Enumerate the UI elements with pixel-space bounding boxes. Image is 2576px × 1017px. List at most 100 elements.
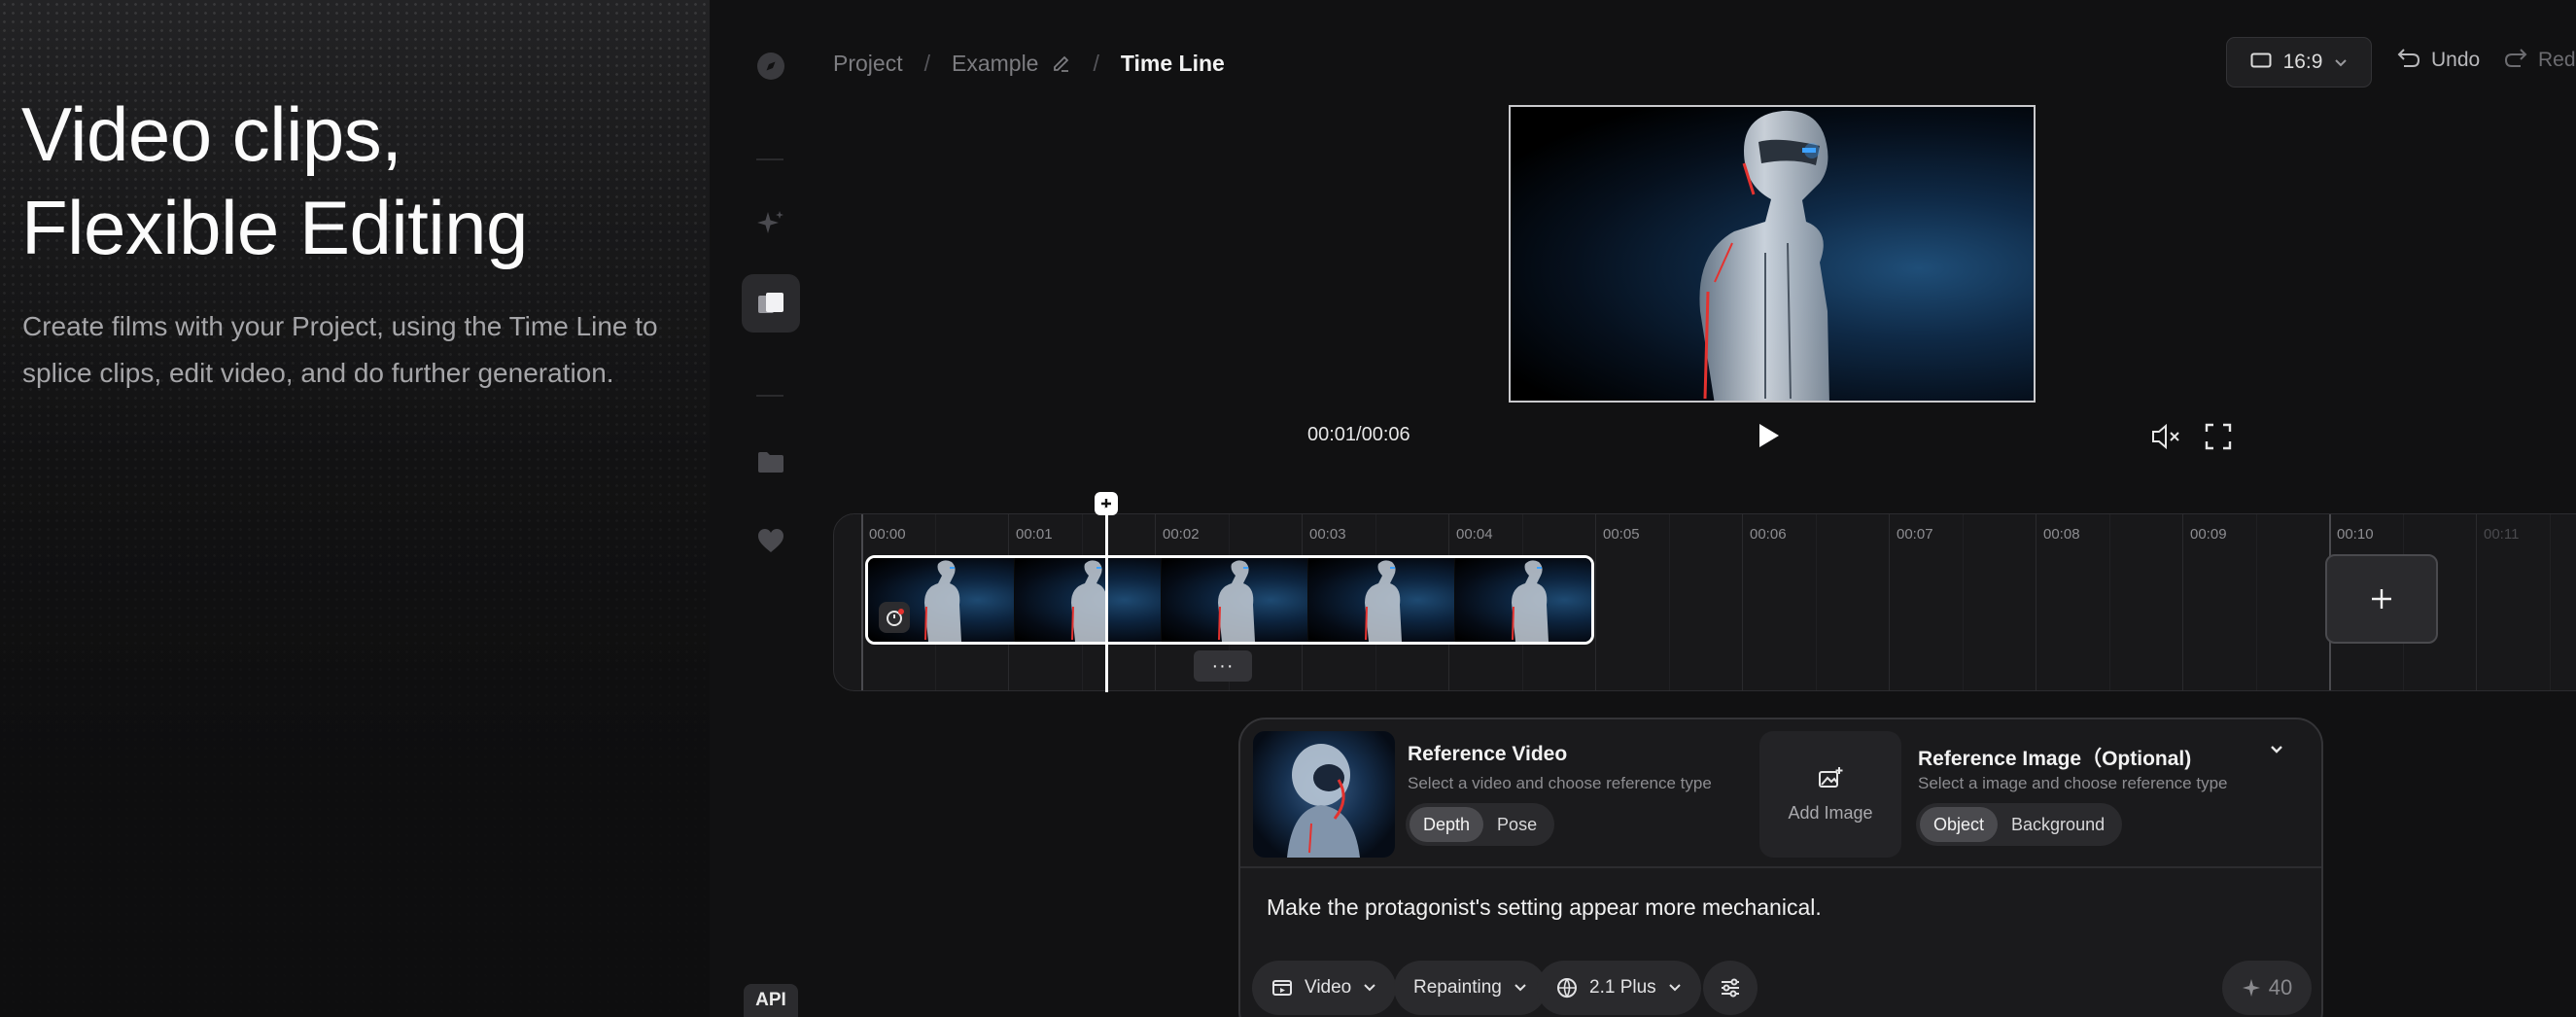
robot-illustration (1699, 110, 1829, 401)
reference-video-title: Reference Video (1408, 743, 1568, 765)
timeline-tick-label: 00:02 (1163, 526, 1200, 543)
redo-icon (2503, 47, 2528, 74)
timeline-tick-label: 00:01 (1016, 526, 1053, 543)
pencil-icon[interactable] (1052, 53, 1071, 73)
timeline-tick-label: 00:07 (1897, 526, 1933, 543)
timeline-subtick-line (1815, 514, 1817, 690)
playback-time: 00:01/00:06 (1307, 424, 1410, 445)
image-add-icon (1819, 766, 1843, 788)
operation-value: Repainting (1413, 977, 1502, 998)
hero-title: Video clips, Flexible Editing (21, 91, 528, 270)
sparkle-icon (2242, 979, 2260, 997)
redo-label: Red (2538, 49, 2576, 71)
chevron-down-icon[interactable] (2269, 743, 2284, 760)
panel-divider (1240, 866, 2321, 868)
heart-icon[interactable] (742, 511, 800, 570)
mode-dropdown[interactable]: Video (1252, 961, 1397, 1015)
undo-button[interactable]: Undo (2396, 47, 2480, 74)
timeline-tick-label: 00:05 (1603, 526, 1640, 543)
timeline-tick-label: 00:08 (2043, 526, 2080, 543)
settings-button[interactable] (1703, 961, 1758, 1015)
hero-panel: Video clips, Flexible Editing Create fil… (0, 0, 710, 1017)
astronaut-illustration (1287, 744, 1360, 858)
timeline-tick-label: 00:04 (1456, 526, 1493, 543)
mute-icon[interactable] (2150, 422, 2181, 456)
breadcrumb-project[interactable]: Project (833, 51, 903, 77)
option-object[interactable]: Object (1920, 807, 1999, 842)
aspect-ratio-value: 16:9 (2282, 51, 2323, 73)
generate-button[interactable]: 40 (2222, 961, 2312, 1015)
reference-image-title: Reference Image（Optional) (1918, 748, 2192, 770)
clip-frame-thumbnail (1162, 558, 1308, 642)
rail-divider (756, 395, 783, 397)
generation-panel: Reference Video Select a video and choos… (1238, 718, 2323, 1017)
redo-button[interactable]: Red (2503, 47, 2576, 74)
option-depth[interactable]: Depth (1410, 807, 1484, 842)
reference-video-subtitle: Select a video and choose reference type (1408, 774, 1712, 792)
timeline-subtick-line (2549, 514, 2551, 690)
aspect-ratio-dropdown[interactable]: 16:9 (2226, 37, 2372, 88)
undo-icon (2396, 47, 2421, 74)
hero-description: Create films with your Project, using th… (22, 311, 658, 388)
clip-frame-thumbnail (1308, 558, 1455, 642)
option-background[interactable]: Background (1998, 807, 2118, 842)
sparkle-icon[interactable] (742, 194, 800, 253)
folder-icon[interactable] (742, 433, 800, 491)
breadcrumb-current: Time Line (1120, 50, 1225, 76)
option-pose[interactable]: Pose (1483, 807, 1550, 842)
video-clip[interactable] (865, 555, 1594, 645)
timeline-tick-line (1742, 514, 1743, 690)
breadcrumb-separator: / (1093, 50, 1099, 76)
model-dropdown[interactable]: 2.1 Plus (1537, 961, 1701, 1015)
timeline-tick-line (2476, 514, 2477, 690)
undo-label: Undo (2431, 49, 2481, 71)
plus-icon (2372, 589, 2391, 609)
timeline-layers-icon[interactable] (742, 274, 800, 333)
chevron-down-icon (1514, 984, 1526, 992)
icon-rail: API (710, 0, 831, 1017)
timeline-tick-label: 00:03 (1309, 526, 1346, 543)
timeline-subtick-line (1668, 514, 1670, 690)
playhead-handle[interactable] (1095, 492, 1118, 692)
compass-icon[interactable] (742, 37, 800, 95)
video-icon (1272, 980, 1292, 996)
prompt-input[interactable]: Make the protagonist's setting appear mo… (1267, 894, 1822, 921)
timeline-subtick-line (1962, 514, 1964, 690)
breadcrumb-separator: / (923, 50, 930, 76)
timeline-start-marker (861, 514, 863, 690)
chevron-down-icon (1364, 984, 1375, 992)
play-button[interactable] (1755, 421, 1782, 455)
clip-more-button[interactable]: ··· (1194, 650, 1252, 682)
clip-frame-thumbnail (1015, 558, 1162, 642)
api-badge[interactable]: API (744, 984, 798, 1017)
aspect-ratio-icon (2250, 51, 2272, 74)
timeline-tick-label: 00:11 (2484, 526, 2520, 543)
model-value: 2.1 Plus (1589, 977, 1656, 998)
operation-dropdown[interactable]: Repainting (1394, 961, 1547, 1015)
fullscreen-icon[interactable] (2204, 422, 2233, 456)
clip-speed-icon[interactable] (879, 602, 910, 633)
video-reference-type-toggle: Depth Pose (1406, 803, 1555, 846)
reference-video-thumbnail[interactable] (1253, 731, 1395, 858)
breadcrumb-example[interactable]: Example (952, 51, 1038, 77)
timeline-tick-label: 00:00 (869, 526, 906, 543)
video-preview[interactable] (1509, 105, 2036, 403)
editor-app: API Project / Example / Time Line 16:9 U… (710, 0, 2576, 1017)
rail-divider (756, 158, 783, 160)
playhead-line (1105, 508, 1108, 692)
timeline-tick-label: 00:10 (2337, 526, 2374, 543)
credit-cost: 40 (2268, 975, 2293, 999)
reference-image-subtitle: Select a image and choose reference type (1918, 774, 2228, 792)
timeline-tick-line (1889, 514, 1890, 690)
timeline-subtick-line (2255, 514, 2257, 690)
add-clip-button[interactable] (2325, 554, 2438, 644)
add-image-button[interactable]: Add Image (1759, 731, 1901, 858)
image-reference-type-toggle: Object Background (1916, 803, 2123, 846)
model-globe-icon (1557, 978, 1577, 999)
clip-frame-thumbnail (1455, 558, 1591, 642)
timeline-tick-line (1595, 514, 1596, 690)
chevron-down-icon (2334, 51, 2348, 74)
timeline-tick-label: 00:09 (2190, 526, 2227, 543)
timeline-subtick-line (2108, 514, 2110, 690)
sliders-icon (1722, 978, 1739, 998)
